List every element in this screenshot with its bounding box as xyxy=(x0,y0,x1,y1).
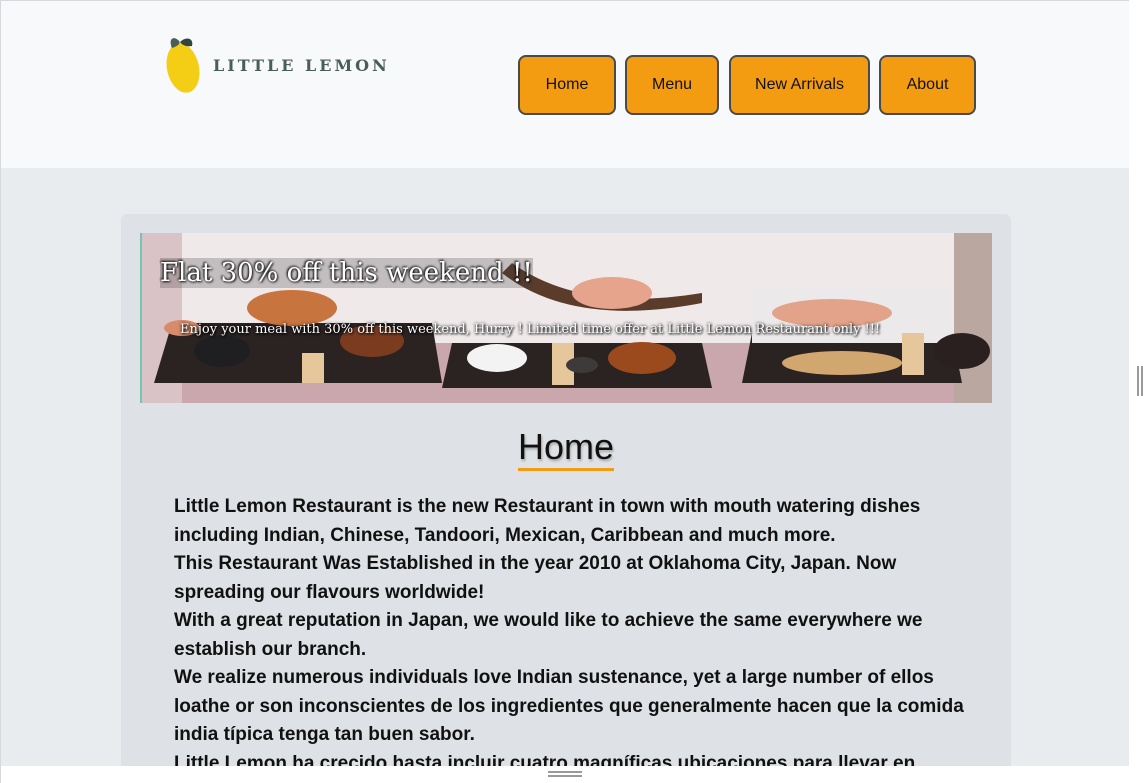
paragraph: Little Lemon Restaurant is the new Resta… xyxy=(174,496,921,546)
browser-viewport: LITTLE LEMON Home Menu New Arrivals Abou… xyxy=(0,0,1129,783)
logo[interactable]: LITTLE LEMON xyxy=(164,34,387,96)
about-text: Little Lemon Restaurant is the new Resta… xyxy=(174,493,964,778)
nav-home-button[interactable]: Home xyxy=(518,55,616,115)
page-heading-wrap: Home xyxy=(121,426,1011,471)
main-content: Flat 30% off this weekend !! Enjoy your … xyxy=(1,168,1129,783)
page-title: Home xyxy=(517,426,615,471)
paragraph: We realize numerous individuals love Ind… xyxy=(174,667,964,745)
vertical-resize-grip-icon[interactable] xyxy=(1137,366,1143,396)
banner-subtitle: Enjoy your meal with 30% off this weeken… xyxy=(180,322,881,337)
promo-banner[interactable]: Flat 30% off this weekend !! Enjoy your … xyxy=(140,233,992,403)
nav-about-button[interactable]: About xyxy=(879,55,976,115)
nav-menu-button[interactable]: Menu xyxy=(625,55,719,115)
paragraph: With a great reputation in Japan, we wou… xyxy=(174,610,923,660)
content-card: Flat 30% off this weekend !! Enjoy your … xyxy=(121,214,1011,783)
paragraph: This Restaurant Was Established in the y… xyxy=(174,553,897,603)
banner-title: Flat 30% off this weekend !! xyxy=(160,258,533,288)
horizontal-resize-grip-icon[interactable] xyxy=(548,771,582,777)
logo-text: LITTLE LEMON xyxy=(213,56,390,75)
nav-new-arrivals-button[interactable]: New Arrivals xyxy=(729,55,870,115)
site-header: LITTLE LEMON Home Menu New Arrivals Abou… xyxy=(1,1,1129,168)
lemon-icon xyxy=(166,38,200,93)
